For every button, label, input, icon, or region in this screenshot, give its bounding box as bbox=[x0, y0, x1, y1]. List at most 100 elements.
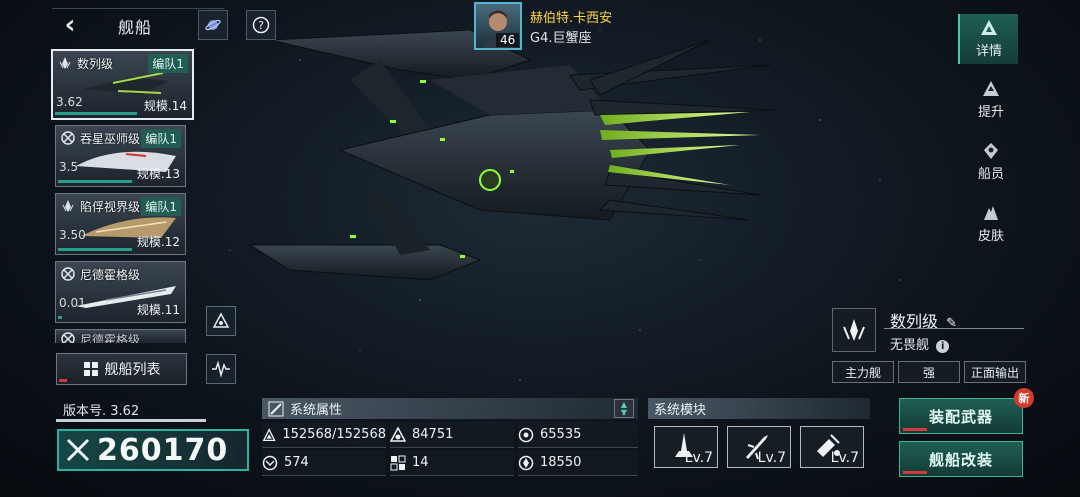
ship-name: 尼德霍格级 bbox=[80, 268, 141, 282]
attribute-value: 152568/152568 bbox=[282, 427, 386, 442]
ship-card[interactable]: 陷俘视界级 编队1 3.50 规模.12 bbox=[55, 193, 186, 255]
indicator-mark bbox=[903, 471, 927, 474]
nav-label: 船员 bbox=[977, 167, 1004, 182]
module-level: Lv.7 bbox=[830, 450, 859, 466]
ship-progress-bar bbox=[58, 248, 132, 251]
planet-icon bbox=[205, 19, 221, 31]
page-title: 舰船 bbox=[118, 18, 153, 37]
attribute-shield: 84751 bbox=[390, 422, 514, 448]
commander-class: G4.巨蟹座 bbox=[530, 31, 592, 46]
ship-scale: 规模.12 bbox=[136, 235, 180, 249]
nav-skin[interactable]: 皮肤 bbox=[962, 198, 1020, 250]
commander-level: 46 bbox=[496, 33, 520, 47]
nav-upgrade[interactable]: 提升 bbox=[962, 74, 1020, 126]
attribute-energy: 65535 bbox=[518, 422, 638, 448]
tag-main-ship: 主力舰 bbox=[832, 361, 894, 383]
ship-version: 0.01 bbox=[59, 296, 86, 310]
ship-card[interactable]: 尼德霍格级 0.01 规模.11 bbox=[55, 261, 186, 323]
svg-text:?: ? bbox=[258, 19, 264, 32]
crew-icon bbox=[984, 143, 998, 159]
ship-type: 无畏舰 i bbox=[890, 334, 950, 353]
formation-icon bbox=[212, 312, 230, 328]
combat-power-value: 260170 bbox=[97, 432, 229, 468]
signal-button[interactable] bbox=[206, 354, 236, 384]
chevron-left-icon: ‹ bbox=[64, 10, 76, 40]
nav-label: 皮肤 bbox=[977, 229, 1004, 244]
equip-weapons-button[interactable]: 装配武器 bbox=[899, 398, 1023, 434]
ship-model[interactable] bbox=[230, 20, 790, 290]
indicator-mark bbox=[59, 379, 67, 382]
module-slot[interactable]: Lv.7 bbox=[654, 426, 718, 468]
system-modules-panel: 系统模块 Lv.7 Lv.7 Lv.7 bbox=[648, 398, 870, 476]
ship-scale: 规模.14 bbox=[143, 99, 187, 113]
carrier-icon bbox=[61, 267, 75, 281]
ship-class-badge bbox=[832, 308, 876, 352]
info-icon[interactable]: i bbox=[936, 340, 950, 353]
back-button[interactable]: ‹ bbox=[58, 10, 82, 40]
ship-list-label: 舰船列表 bbox=[104, 362, 161, 378]
grid-menu-icon bbox=[83, 362, 98, 376]
module-level: Lv.7 bbox=[757, 450, 786, 466]
ship-progress-bar bbox=[58, 180, 132, 183]
ship-modify-label: 舰船改装 bbox=[928, 450, 993, 469]
attribute-value: 65535 bbox=[540, 427, 582, 442]
upgrade-icon bbox=[983, 81, 999, 96]
ship-name-underline bbox=[884, 328, 1024, 329]
carrier-icon bbox=[61, 332, 75, 343]
nav-label: 提升 bbox=[977, 105, 1004, 120]
grid-icon bbox=[390, 455, 406, 470]
ship-scale: 规模.11 bbox=[136, 303, 180, 317]
ship-progress-bar bbox=[55, 112, 137, 115]
dreadnought-icon bbox=[59, 57, 71, 69]
attribute-radar: 18550 bbox=[518, 450, 638, 476]
fleet-badge: 编队1 bbox=[141, 197, 181, 216]
system-attributes-panel: 系统属性 ▲ ▼ 152568/152568 84751 65535 574 1… bbox=[262, 398, 638, 476]
attribute-armor: 152568/152568 bbox=[262, 422, 386, 448]
version-divider bbox=[56, 419, 206, 422]
ship-name: 吞星巫师级 bbox=[80, 132, 141, 146]
ship-name: 尼德霍格级 bbox=[80, 333, 141, 343]
ship-modify-button[interactable]: 舰船改装 bbox=[899, 441, 1023, 477]
fleet-badge: 编队1 bbox=[141, 129, 181, 148]
ship-card[interactable]: 吞星巫师级 编队1 3.5 规模.13 bbox=[55, 125, 186, 187]
fleet-formation-button[interactable] bbox=[206, 306, 236, 336]
module-slot[interactable]: Lv.7 bbox=[727, 426, 791, 468]
ship-name: 陷俘视界级 bbox=[80, 200, 141, 214]
tag-role: 正面输出 bbox=[964, 361, 1026, 383]
ship-version: 3.62 bbox=[56, 95, 83, 109]
ship-card[interactable]: 数列级 编队1 3.62 规模.14 bbox=[51, 49, 194, 120]
new-badge: 新 bbox=[1014, 388, 1034, 408]
ship-card[interactable]: 尼德霍格级 bbox=[55, 329, 186, 343]
fleet-badge: 编队1 bbox=[148, 54, 188, 73]
modules-title: 系统模块 bbox=[654, 403, 707, 418]
modules-header: 系统模块 bbox=[648, 398, 870, 419]
waveform-icon bbox=[212, 360, 230, 378]
module-slot[interactable]: Lv.7 bbox=[800, 426, 864, 468]
skin-icon bbox=[984, 206, 998, 220]
shield-icon bbox=[390, 426, 406, 442]
nav-crew[interactable]: 船员 bbox=[962, 136, 1020, 188]
nav-label: 详情 bbox=[975, 44, 1002, 59]
galaxy-button[interactable] bbox=[198, 10, 228, 40]
module-level: Lv.7 bbox=[684, 450, 713, 466]
ship-list-button[interactable]: 舰船列表 bbox=[56, 353, 187, 385]
attributes-icon bbox=[268, 401, 284, 416]
ship-progress-bar bbox=[58, 316, 62, 319]
dreadnought-icon bbox=[62, 200, 74, 212]
nav-details[interactable]: 详情 bbox=[958, 14, 1018, 64]
attribute-value: 84751 bbox=[412, 427, 454, 442]
ship-version: 3.5 bbox=[59, 160, 79, 174]
attributes-title: 系统属性 bbox=[290, 403, 343, 418]
speed-icon bbox=[262, 455, 278, 470]
attributes-header: 系统属性 bbox=[262, 398, 638, 419]
equip-weapons-label: 装配武器 bbox=[928, 407, 993, 426]
carrier-icon bbox=[61, 131, 75, 145]
chevron-down-icon: ▼ bbox=[620, 407, 628, 417]
energy-icon bbox=[518, 427, 534, 442]
attributes-toggle[interactable]: ▲ ▼ bbox=[614, 399, 634, 418]
armor-icon bbox=[262, 427, 276, 441]
attribute-grid: 14 bbox=[390, 450, 514, 476]
attribute-value: 574 bbox=[284, 455, 309, 470]
commander-name: 赫伯特.卡西安 bbox=[530, 11, 613, 26]
help-button[interactable]: ? bbox=[246, 10, 276, 40]
